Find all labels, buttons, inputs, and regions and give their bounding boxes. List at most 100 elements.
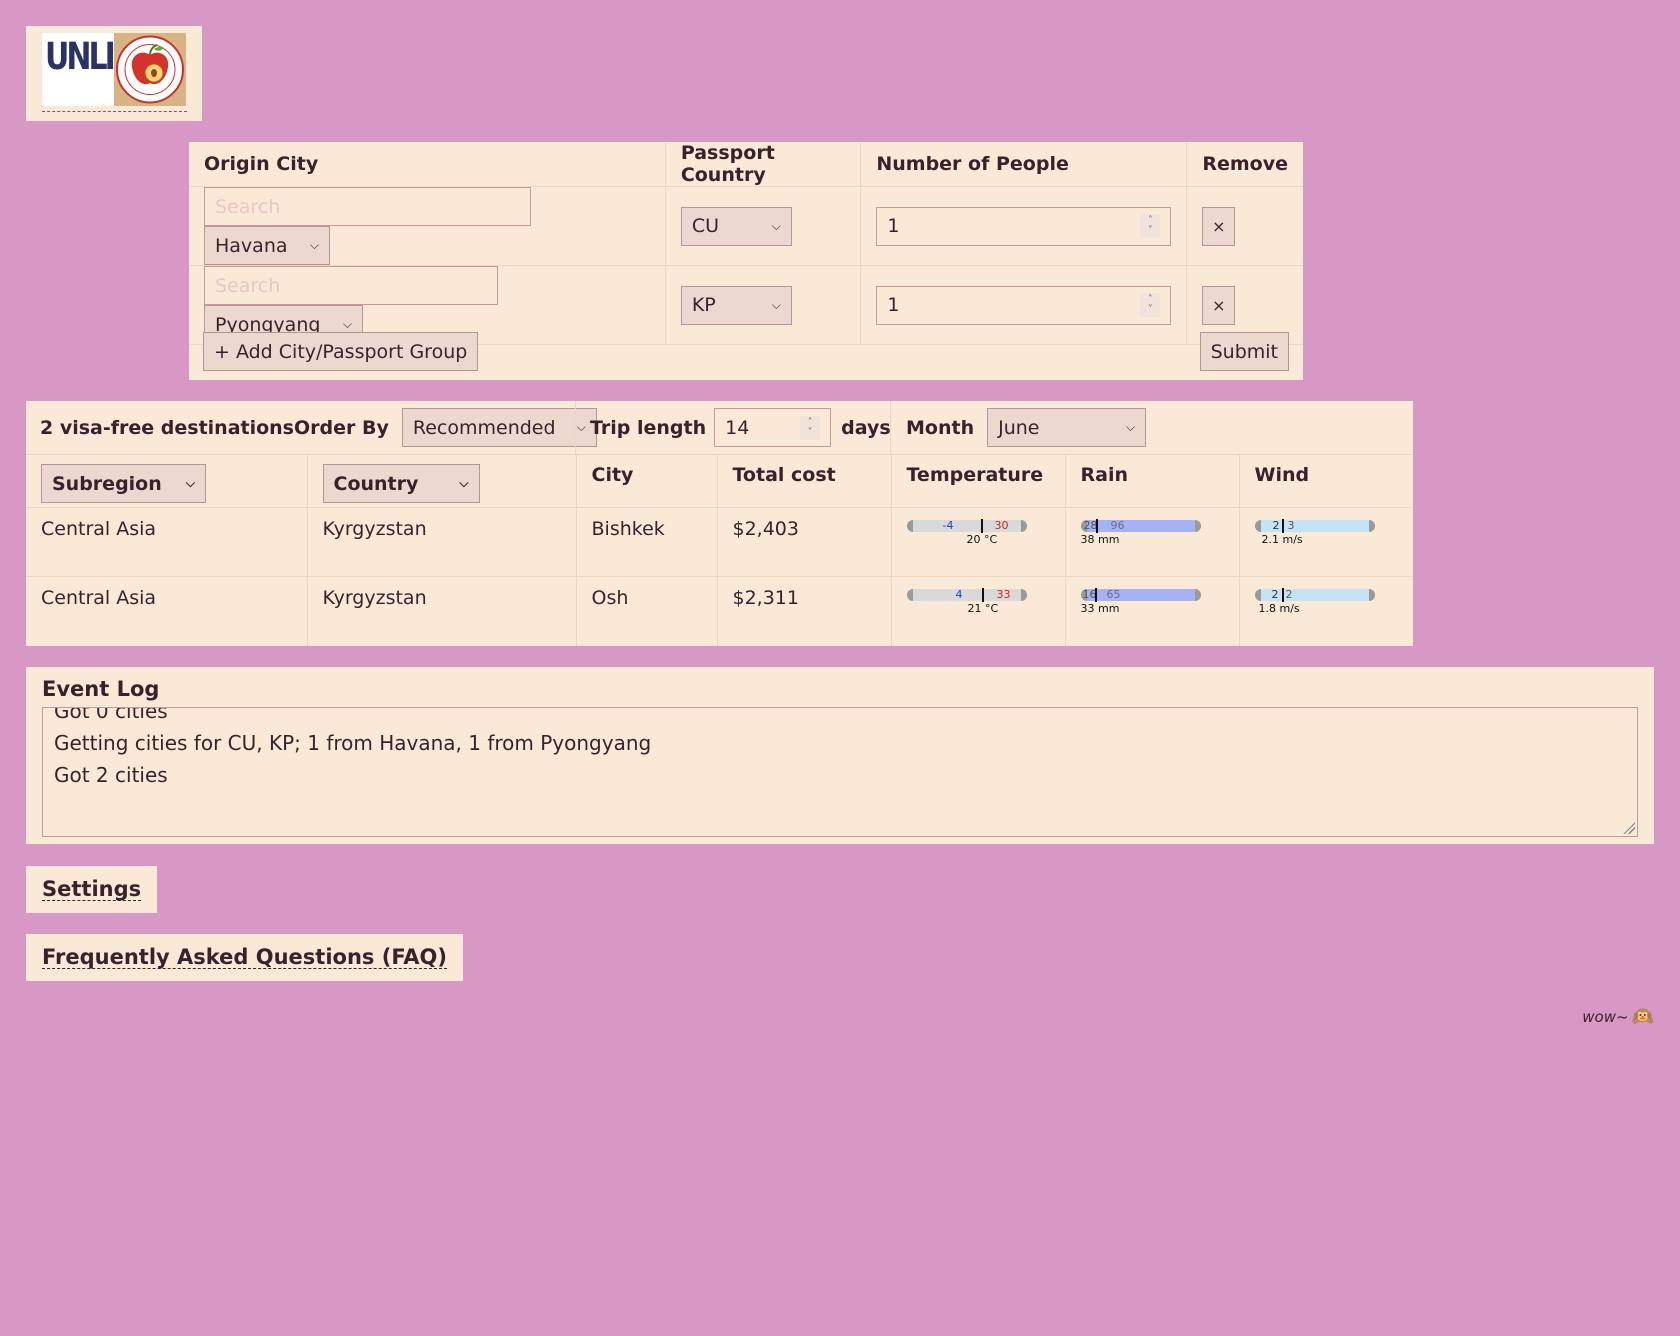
wind-header[interactable]: Wind <box>1239 454 1413 508</box>
event-log-title[interactable]: Event Log <box>42 677 159 701</box>
temperature-avg-marker <box>981 519 984 533</box>
city-search-input[interactable]: Search <box>204 187 531 226</box>
rain-range-fill <box>1086 589 1195 601</box>
temperature-min: 4 <box>955 588 963 601</box>
country-filter-select[interactable]: Country ⌵ <box>322 464 480 503</box>
results-summary: 2 visa-free destinations <box>40 416 294 439</box>
stepper-icon[interactable]: ˄ ˅ <box>1140 214 1161 238</box>
gauge-cap <box>1368 589 1375 601</box>
wind-avg: 1.8 m/s <box>1258 602 1300 615</box>
passport-country-header: Passport Country <box>665 142 862 187</box>
trip-length-group: Trip length 14 ˄ ˅ days <box>590 401 891 454</box>
wind-cell: 2 3 2.1 m/s <box>1239 507 1413 577</box>
city-cell: Bishkek <box>576 507 718 577</box>
origin-form: Origin City Passport Country Number of P… <box>189 142 1303 380</box>
chevron-down-icon: ⌵ <box>771 218 781 233</box>
passport-select-value: KP <box>691 294 716 316</box>
wind-cell: 2 2 1.8 m/s <box>1239 576 1413 646</box>
rain-gauge: 28 96 38 mm <box>1080 516 1201 546</box>
results-toolbar-left: 2 visa-free destinations Order By Recomme… <box>40 401 597 454</box>
chevron-down-icon: ⌵ <box>771 297 781 312</box>
city-cell: Osh <box>576 576 718 646</box>
chevron-down-icon: ⌵ <box>185 476 195 490</box>
resize-handle-icon[interactable] <box>1623 822 1635 834</box>
settings-label: Settings <box>42 877 142 901</box>
subregion-filter-cell: Subregion ⌵ <box>26 454 308 508</box>
order-by-label: Order By <box>294 416 389 439</box>
rain-header[interactable]: Rain <box>1065 454 1240 508</box>
temperature-cell: -4 30 20 °C <box>891 507 1066 577</box>
total-cost-cell: $2,403 <box>717 507 892 577</box>
rain-avg-marker <box>1095 588 1098 602</box>
rain-range-fill <box>1086 520 1195 532</box>
passport-select[interactable]: CU ⌵ <box>680 206 792 246</box>
apple-seal-logo-icon <box>114 33 186 106</box>
country-cell: Kyrgyzstan <box>307 576 577 646</box>
order-by-value: Recommended <box>412 416 556 439</box>
temperature-avg: 21 °C <box>967 602 999 615</box>
temperature-header[interactable]: Temperature <box>891 454 1066 508</box>
rain-avg: 33 mm <box>1080 602 1120 615</box>
remove-header: Remove <box>1186 142 1303 187</box>
chevron-down-icon: ⌵ <box>459 476 469 490</box>
logo-underline <box>42 111 187 112</box>
city-header[interactable]: City <box>576 454 718 508</box>
rain-avg-marker <box>1096 519 1099 533</box>
temperature-avg: 20 °C <box>966 533 998 546</box>
subregion-filter-select[interactable]: Subregion ⌵ <box>41 464 206 503</box>
total-cost-cell: $2,311 <box>717 576 892 646</box>
month-select[interactable]: June ⌵ <box>987 408 1147 447</box>
chevron-down-icon: ⌵ <box>576 420 586 434</box>
gauge-cap <box>1194 589 1201 601</box>
passport-select[interactable]: KP ⌵ <box>680 285 792 325</box>
remove-button[interactable]: × <box>1202 285 1236 325</box>
temperature-max: 33 <box>996 588 1011 601</box>
log-line: Got 2 cities <box>54 763 168 787</box>
add-group-button[interactable]: + Add City/Passport Group <box>203 332 479 371</box>
wind-gauge: 2 2 1.8 m/s <box>1254 585 1375 615</box>
log-line: Getting cities for CU, KP; 1 from Havana… <box>54 731 652 755</box>
trip-length-label: Trip length <box>590 416 707 439</box>
stepper-icon[interactable]: ˄ ˅ <box>1140 293 1161 317</box>
trip-length-input[interactable]: 14 ˄ ˅ <box>714 408 832 447</box>
event-log-textarea[interactable]: Got 0 cities Getting cities for CU, KP; … <box>42 707 1638 837</box>
passport-select-value: CU <box>691 215 719 237</box>
people-input-value: 1 <box>887 215 900 237</box>
chevron-down-icon: ⌵ <box>309 238 319 252</box>
logo[interactable]: UNLI <box>42 33 187 108</box>
rain-gauge: 16 65 33 mm <box>1080 585 1201 615</box>
city-search-input[interactable]: Search <box>204 266 498 305</box>
rain-max: 65 <box>1106 588 1121 601</box>
logo-panel: UNLI <box>26 26 202 121</box>
faq-toggle[interactable]: Frequently Asked Questions (FAQ) <box>26 934 463 981</box>
wind-min: 2 <box>1272 519 1280 532</box>
settings-toggle[interactable]: Settings <box>26 866 158 913</box>
subregion-cell: Central Asia <box>26 576 308 646</box>
gauge-cap <box>1194 520 1201 532</box>
footer: wow~ 🙉 <box>1582 1006 1654 1027</box>
submit-button[interactable]: Submit <box>1199 332 1289 371</box>
country-cell: Kyrgyzstan <box>307 507 577 577</box>
table-row[interactable]: Central Asia Kyrgyzstan Osh $2,311 4 33 … <box>26 576 1413 646</box>
order-by-select[interactable]: Recommended ⌵ <box>401 408 597 447</box>
stepper-icon[interactable]: ˄ ˅ <box>800 415 821 440</box>
chevron-down-icon: ⌵ <box>342 317 352 331</box>
wind-min: 2 <box>1271 588 1279 601</box>
results-table: Subregion ⌵ Country ⌵ City Total cost Temp… <box>26 454 1413 646</box>
origin-row: Search Havana ⌵ CU ⌵ 1 ˄ ˅ × <box>189 186 1303 266</box>
city-select-value: Havana <box>215 234 288 257</box>
total-cost-header[interactable]: Total cost <box>717 454 892 508</box>
gauge-cap <box>1020 520 1027 532</box>
country-filter-value: Country <box>333 472 419 495</box>
people-input[interactable]: 1 ˄ ˅ <box>876 206 1172 246</box>
divider <box>890 401 891 454</box>
people-input[interactable]: 1 ˄ ˅ <box>876 285 1172 325</box>
wind-avg-marker <box>1282 519 1285 533</box>
table-row[interactable]: Central Asia Kyrgyzstan Bishkek $2,403 -… <box>26 507 1413 577</box>
origin-table: Origin City Passport Country Number of P… <box>189 142 1303 345</box>
temperature-max: 30 <box>994 519 1009 532</box>
temperature-gauge: 4 33 21 °C <box>906 585 1027 615</box>
city-select[interactable]: Havana ⌵ <box>204 226 330 265</box>
remove-button[interactable]: × <box>1202 206 1236 246</box>
results-panel: 2 visa-free destinations Order By Recomme… <box>26 401 1413 646</box>
